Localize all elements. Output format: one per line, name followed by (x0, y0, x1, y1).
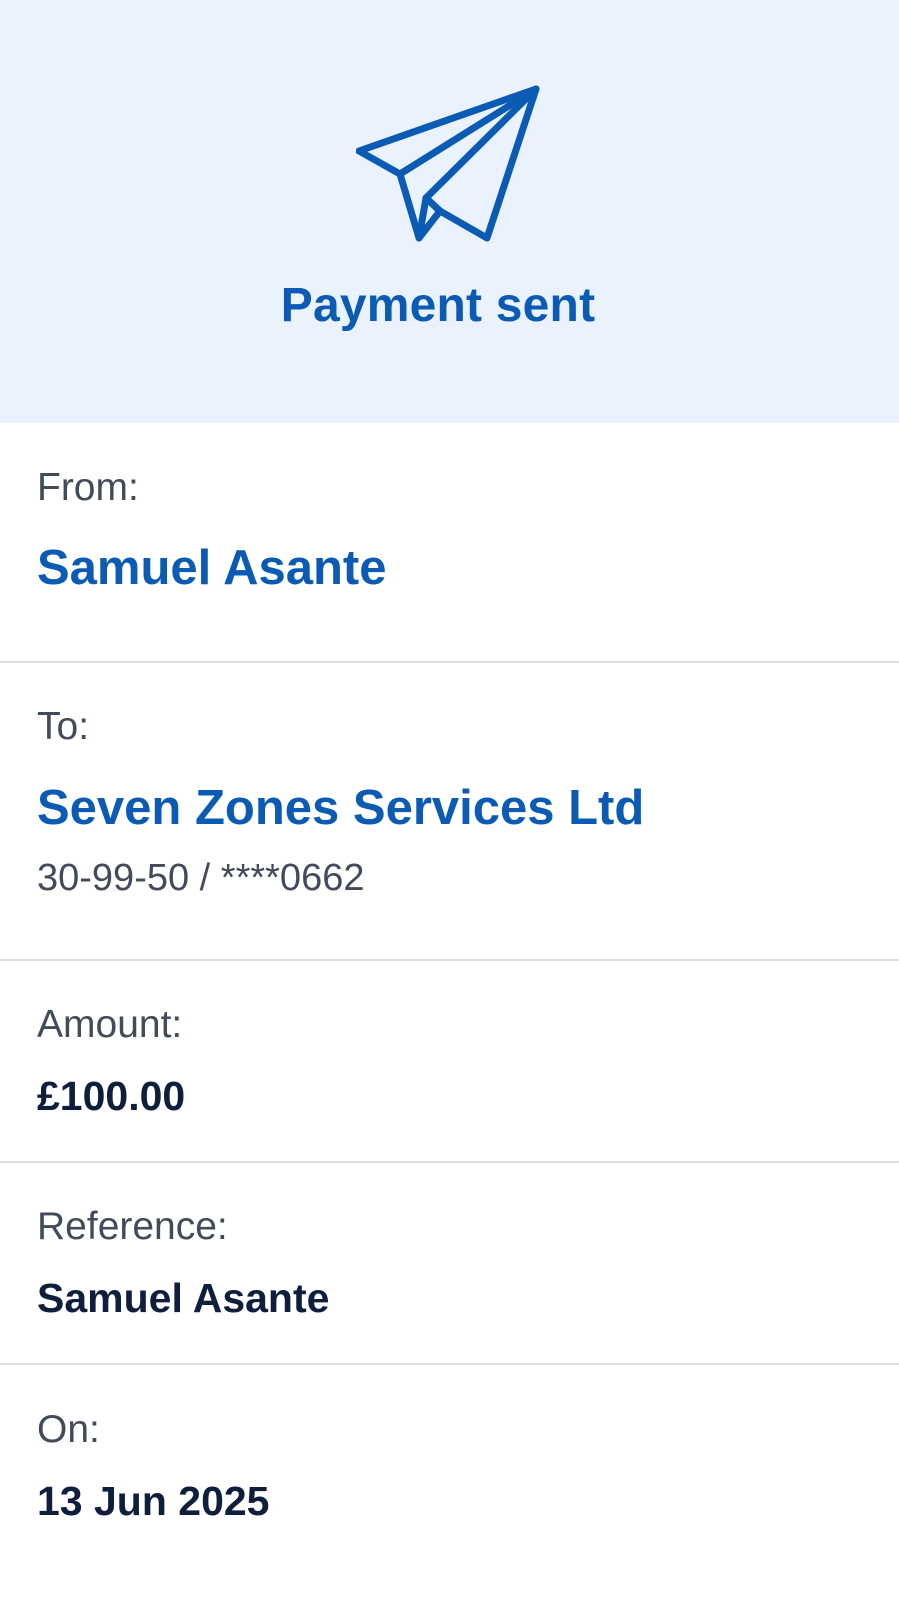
from-label: From: (37, 466, 139, 509)
payment-date-value: 13 Jun 2025 (37, 1478, 270, 1524)
reference-value: Samuel Asante (37, 1275, 330, 1321)
from-section: From: Samuel Asante (0, 423, 899, 663)
date-section: On: 13 Jun 2025 (0, 1365, 899, 1560)
date-label: On: (37, 1408, 100, 1451)
card-bottom (0, 1560, 899, 1600)
reference-section: Reference: Samuel Asante (0, 1163, 899, 1365)
amount-section: Amount: £100.00 (0, 961, 899, 1163)
to-label: To: (37, 705, 90, 748)
page-title: Payment sent (280, 279, 596, 332)
payee-account-details: 30-99-50 / ****0662 (37, 857, 365, 899)
payment-sent-banner: Payment sent (0, 0, 899, 423)
from-account-name[interactable]: Samuel Asante (37, 540, 386, 596)
payment-confirmation-screen: Payment sent From: Samuel Asante To: Sev… (0, 0, 899, 1600)
to-section: To: Seven Zones Services Ltd 30-99-50 / … (0, 663, 899, 961)
payee-name[interactable]: Seven Zones Services Ltd (37, 780, 644, 836)
amount-value: £100.00 (37, 1073, 186, 1119)
amount-label: Amount: (37, 1003, 183, 1046)
reference-label: Reference: (37, 1205, 228, 1248)
paper-plane-icon (356, 85, 540, 242)
